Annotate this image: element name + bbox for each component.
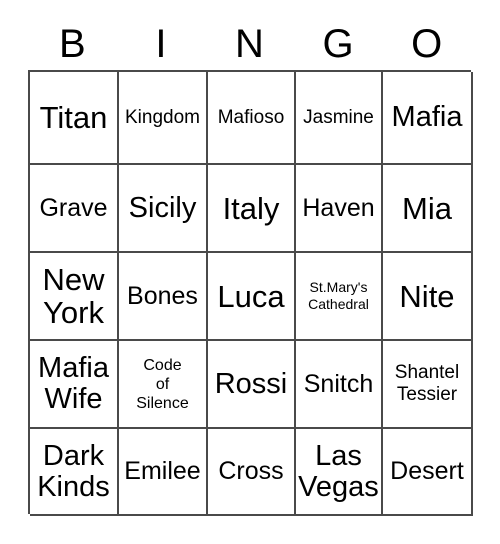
bingo-header-letter-o: O [411,22,443,66]
bingo-cell-label: Cross [218,457,284,485]
bingo-cell-r3-c1[interactable]: New York [30,253,119,341]
bingo-cell-label: Desert [390,457,464,485]
bingo-cell-label: Luca [217,278,285,314]
bingo-cell-r4-c3[interactable]: Rossi [208,341,296,429]
bingo-cell-r2-c5[interactable]: Mia [383,165,473,253]
bingo-cell-label: Italy [222,190,280,226]
bingo-cell-label: Bones [127,281,198,310]
bingo-cell-r3-c4[interactable]: St.Mary's Cathedral [296,253,383,341]
bingo-cell-r3-c3[interactable]: Luca [208,253,296,341]
bingo-cell-r4-c4[interactable]: Snitch [296,341,383,429]
bingo-cell-r5-c3[interactable]: Cross [208,429,296,516]
bingo-grid: Titan Kingdom Mafioso Jasmine Mafia Grave Sici… [28,70,473,516]
bingo-cell-r4-c5[interactable]: Shantel Tessier [383,341,473,429]
bingo-cell-label: Mafioso [217,106,285,128]
bingo-cell-label: Las Vegas [298,439,379,503]
bingo-cell-r1-c4[interactable]: Jasmine [296,72,383,165]
bingo-cell-label: Haven [302,193,375,222]
bingo-cell-label: Mafia [391,101,463,133]
bingo-header-letter-g: G [322,22,354,66]
bingo-cell-r5-c1[interactable]: Dark Kinds [30,429,119,516]
bingo-cell-label: Dark Kinds [37,439,110,503]
bingo-cell-label: Mafia Wife [38,352,109,415]
bingo-cell-label: St.Mary's Cathedral [308,279,369,312]
bingo-cell-label: Rossi [214,367,288,400]
bingo-cell-label: New York [42,262,105,330]
bingo-cell-label: Snitch [303,369,374,398]
bingo-cell-r2-c2[interactable]: Sicily [119,165,208,253]
bingo-cell-r5-c4[interactable]: Las Vegas [296,429,383,516]
bingo-cell-r2-c3[interactable]: Italy [208,165,296,253]
bingo-header-letter-b: B [58,22,86,66]
bingo-cell-label: Titan [39,100,108,135]
bingo-cell-r5-c2[interactable]: Emilee [119,429,208,516]
bingo-cell-label: Sicily [128,191,197,224]
bingo-cell-r3-c5[interactable]: Nite [383,253,473,341]
bingo-cell-label: Grave [39,193,108,222]
bingo-cell-r5-c5[interactable]: Desert [383,429,473,516]
bingo-cell-r3-c2[interactable]: Bones [119,253,208,341]
bingo-header-letter-i: I [155,22,167,66]
bingo-cell-label: Code of Silence [136,356,189,412]
bingo-header-letter-n: N [235,22,264,66]
bingo-cell-r1-c3[interactable]: Mafioso [208,72,296,165]
bingo-cell-label: Emilee [124,457,201,485]
bingo-cell-label: Kingdom [125,106,200,128]
bingo-cell-label: Jasmine [303,106,374,128]
bingo-header-row: B I N G O [28,18,471,70]
bingo-cell-r4-c1[interactable]: Mafia Wife [30,341,119,429]
bingo-cell-r2-c4[interactable]: Haven [296,165,383,253]
bingo-cell-label: Shantel Tessier [394,362,460,405]
bingo-cell-r1-c1[interactable]: Titan [30,72,119,165]
bingo-cell-label: Mia [402,190,452,226]
bingo-cell-r4-c2[interactable]: Code of Silence [119,341,208,429]
bingo-cell-label: Nite [399,278,455,314]
bingo-cell-r2-c1[interactable]: Grave [30,165,119,253]
bingo-cell-r1-c5[interactable]: Mafia [383,72,473,165]
bingo-cell-r1-c2[interactable]: Kingdom [119,72,208,165]
bingo-card: B I N G O Titan Kingdom Mafioso Jasmine Mafi… [0,0,500,544]
